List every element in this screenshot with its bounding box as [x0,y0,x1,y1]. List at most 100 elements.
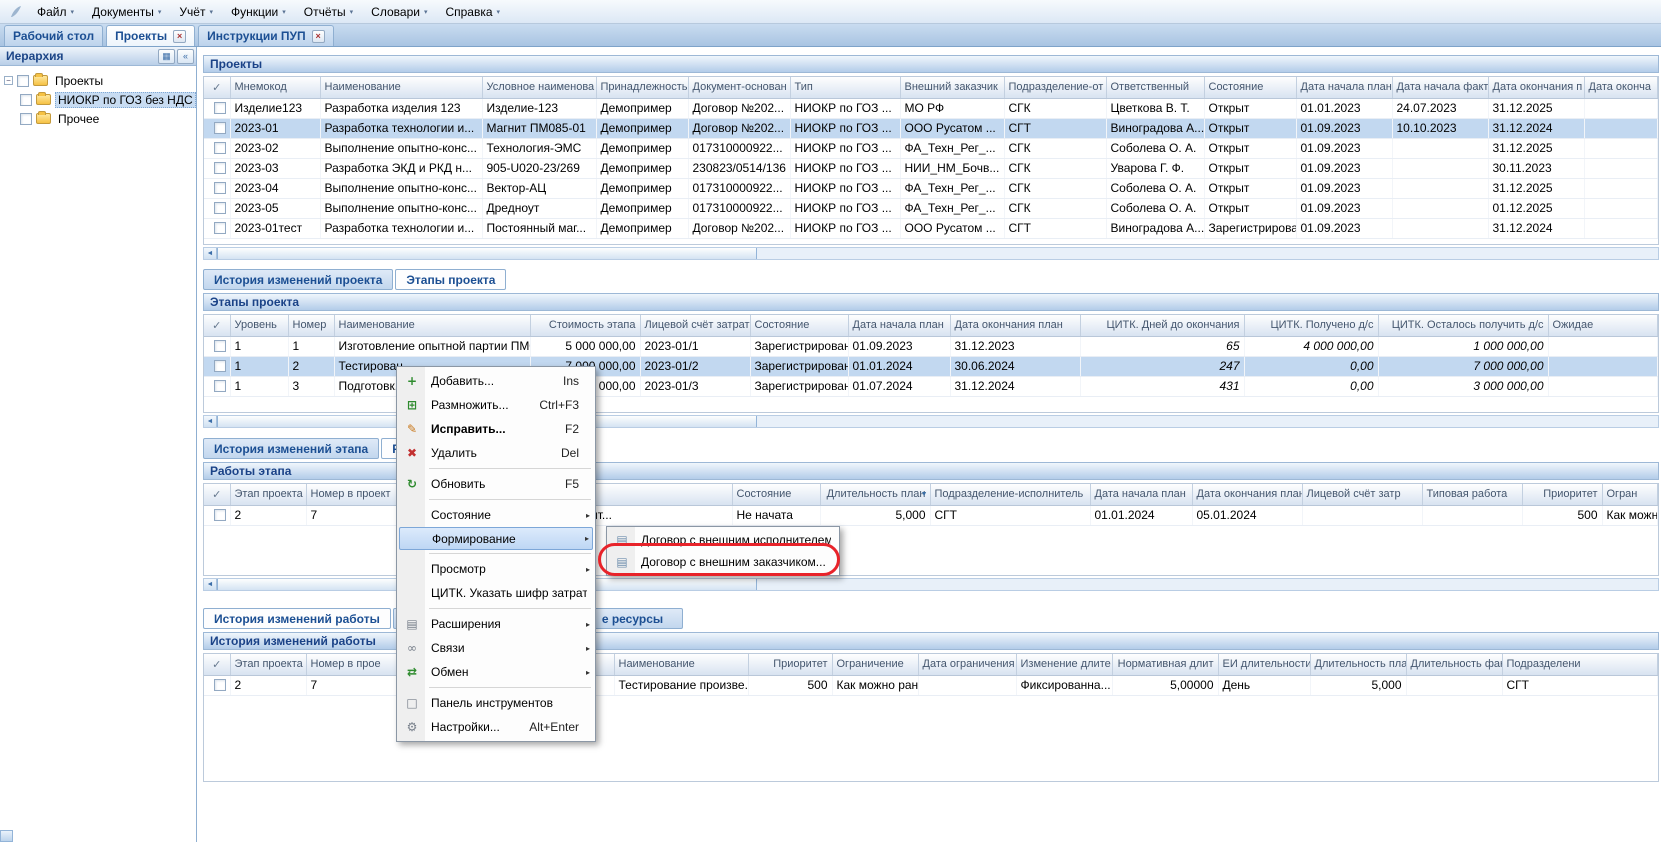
row-checkbox[interactable] [214,360,226,372]
tree-item[interactable]: НИОКР по ГОЗ без НДС [2,90,194,109]
close-tab-icon[interactable]: × [312,30,325,43]
menu-duplicate[interactable]: ⊞Размножить...Ctrl+F3 [399,393,593,417]
menu-view[interactable]: Просмотр▸ [399,557,593,581]
scroll-thumb[interactable] [217,248,757,259]
filter-arrow-icon[interactable]: ▼ [921,491,928,498]
table-row[interactable]: 2023-01Разработка технологии и...Магнит … [204,118,1658,138]
column-header[interactable]: Изменение длите [1016,654,1112,675]
column-header[interactable]: Огран [1602,484,1658,505]
column-header[interactable]: Наименование [614,654,748,675]
tab-stage-history[interactable]: История изменений этапа [203,438,379,459]
column-header[interactable]: Длительность фак [1406,654,1502,675]
menu-contract-external-customer[interactable]: ▤Договор с внешним заказчиком... [609,551,837,573]
row-checkbox[interactable] [214,162,226,174]
table-row[interactable]: 11Изготовление опытной партии ПМ0...5 00… [204,336,1658,356]
tree-checkbox[interactable] [20,94,32,106]
column-header[interactable]: Приоритет [1522,484,1602,505]
expander-icon[interactable]: − [4,76,13,85]
row-checkbox[interactable] [214,340,226,352]
column-header[interactable]: Состояние [1204,77,1296,98]
column-header[interactable]: Длительность пла [1310,654,1406,675]
menu-add[interactable]: +Добавить...Ins [399,369,593,393]
row-checkbox[interactable] [214,380,226,392]
column-header[interactable]: Ответственный [1106,77,1204,98]
column-header[interactable]: Дата окончания п [1488,77,1584,98]
tab-resources-partial[interactable]: е ресурсы [591,608,683,629]
column-header[interactable]: ЦИТК. Осталось получить д/с [1378,315,1548,336]
menu-help[interactable]: Справка▾ [436,2,509,22]
menu-formation[interactable]: Формирование▸ [399,527,593,550]
row-checkbox[interactable] [214,122,226,134]
menu-functions[interactable]: Функции▾ [222,2,295,22]
select-all-header[interactable]: ✓ [204,484,230,505]
column-header[interactable]: Ожидае [1548,315,1658,336]
column-header[interactable]: Дата окончания план [950,315,1080,336]
table-row[interactable]: 2023-04Выполнение опытно-конс...Вектор-А… [204,178,1658,198]
row-checkbox[interactable] [214,222,226,234]
projects-hscrollbar[interactable]: ◄ [203,247,1659,260]
hierarchy-collapse-button[interactable]: « [177,49,194,64]
menu-documents[interactable]: Документы▾ [83,2,170,22]
row-checkbox[interactable] [214,509,226,521]
column-header[interactable]: Внешний заказчик [900,77,1004,98]
tab-work-history[interactable]: История изменений работы [203,608,391,629]
menu-dictionaries[interactable]: Словари▾ [362,2,436,22]
menu-settings[interactable]: ⚙Настройки...Alt+Enter [399,715,593,739]
row-checkbox[interactable] [214,202,226,214]
sidebar-scroll-corner[interactable] [0,830,13,842]
menu-extensions[interactable]: ▤Расширения▸ [399,612,593,636]
column-header[interactable]: ЦИТК. Получено д/с [1244,315,1378,336]
table-row[interactable]: 2023-01тестРазработка технологии и...Пос… [204,218,1658,238]
table-row[interactable]: 2023-02Выполнение опытно-конс...Технолог… [204,138,1658,158]
tab-projects[interactable]: Проекты× [106,25,195,46]
menu-state[interactable]: Состояние▸ [399,503,593,527]
column-header[interactable]: Уровень [230,315,288,336]
column-header[interactable]: Подразделение-исполнитель [930,484,1090,505]
column-header[interactable]: Дата ограничения [918,654,1016,675]
scroll-left-icon[interactable]: ◄ [204,416,217,427]
menu-delete[interactable]: ✖УдалитьDel [399,441,593,465]
menu-contract-external-executor[interactable]: ▤Договор с внешним исполнителем... [609,529,837,551]
column-header[interactable]: Этап проекта [230,654,306,675]
select-all-header[interactable]: ✓ [204,315,230,336]
column-header[interactable]: ЕИ длительности [1218,654,1310,675]
close-tab-icon[interactable]: × [173,30,186,43]
column-header[interactable]: Этап проекта [230,484,306,505]
column-header[interactable]: Подразделение-от [1004,77,1106,98]
menu-links[interactable]: ∞Связи▸ [399,636,593,660]
column-header[interactable]: Номер [288,315,334,336]
menu-edit[interactable]: ✎Исправить...F2 [399,417,593,441]
column-header[interactable]: Дата начала план [1090,484,1192,505]
menu-exchange[interactable]: ⇄Обмен▸ [399,660,593,684]
tab-pup-instructions[interactable]: Инструкции ПУП× [198,25,333,46]
column-header[interactable]: Мнемокод [230,77,320,98]
column-header[interactable]: Длительность план▼ [820,484,930,505]
menu-reports[interactable]: Отчёты▾ [295,2,362,22]
column-header[interactable]: Принадлежность [596,77,688,98]
column-header[interactable]: Дата оконча [1584,77,1658,98]
tab-project-history[interactable]: История изменений проекта [203,269,393,290]
column-header[interactable]: Типовая работа [1422,484,1522,505]
menu-accounting[interactable]: Учёт▾ [170,2,222,22]
column-header[interactable]: Приоритет [748,654,832,675]
column-header[interactable]: Документ-основан [688,77,790,98]
tree-item[interactable]: Прочее [2,109,194,128]
scroll-left-icon[interactable]: ◄ [204,579,217,590]
column-header[interactable]: Дата окончания план [1192,484,1302,505]
column-header[interactable]: Номер в прое [306,654,396,675]
row-checkbox[interactable] [214,679,226,691]
column-header[interactable]: Подразделени [1502,654,1658,675]
select-all-header[interactable]: ✓ [204,77,230,98]
column-header[interactable]: Наименование [334,315,530,336]
menu-toolbar-panel[interactable]: □Панель инструментов [399,691,593,715]
menu-file[interactable]: Файл▾ [28,2,83,22]
column-header[interactable]: Состояние [732,484,820,505]
menu-refresh[interactable]: ↻ОбновитьF5 [399,472,593,496]
column-header[interactable]: Нормативная длит [1112,654,1218,675]
scroll-left-icon[interactable]: ◄ [204,248,217,259]
column-header[interactable]: ЦИТК. Дней до окончания [1080,315,1244,336]
column-header[interactable]: Ограничение [832,654,918,675]
row-checkbox[interactable] [214,142,226,154]
tree-item[interactable]: −Проекты [2,71,194,90]
column-header[interactable]: Дата начала факт [1392,77,1488,98]
